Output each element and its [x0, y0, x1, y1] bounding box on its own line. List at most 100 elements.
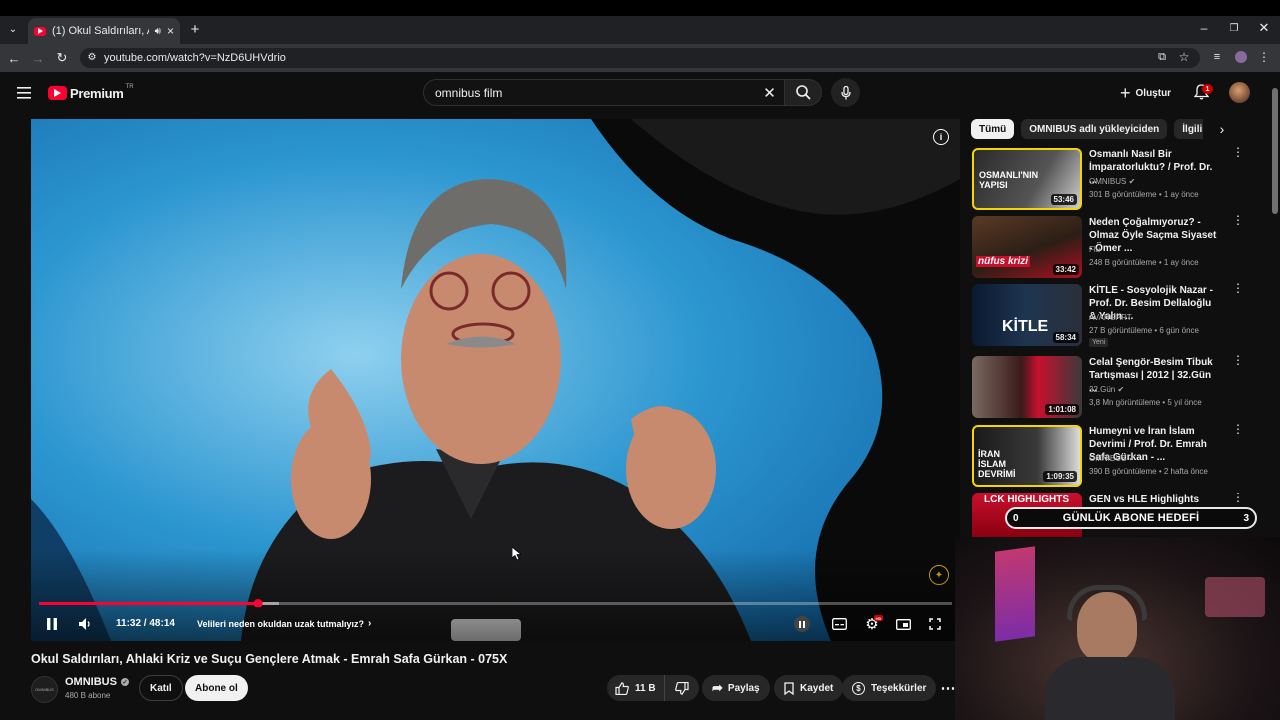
chip-label: Tümü: [979, 123, 1007, 135]
account-avatar[interactable]: [1229, 82, 1250, 103]
time-display: 11:32 / 48:14: [116, 618, 175, 629]
subscriber-goal-bar: 0 GÜNLÜK ABONE HEDEFİ 3: [1005, 507, 1257, 529]
recommendation-item[interactable]: OSMANLI'NIN YAPISI 53:46 Osmanlı Nasıl B…: [970, 146, 1270, 212]
subscribe-label: Abone ol: [195, 682, 238, 694]
channel-text: OMNIBUS: [1089, 177, 1127, 186]
channel-text: 32.Gün: [1089, 385, 1116, 394]
channel-name-link[interactable]: OMNIBUS ✓: [65, 676, 129, 688]
tab-close-icon[interactable]: ×: [167, 24, 174, 38]
youtube-premium-logo[interactable]: Premium TR: [48, 84, 134, 102]
chips-next-chevron-icon[interactable]: ›: [1214, 121, 1230, 137]
page-scrollbar[interactable]: [1272, 88, 1278, 214]
duration-badge: 58:34: [1052, 332, 1079, 343]
share-button[interactable]: ➦ Paylaş: [702, 675, 770, 701]
create-button[interactable]: + Oluştur: [1120, 83, 1171, 103]
forward-icon[interactable]: →: [30, 50, 46, 66]
fullscreen-button[interactable]: [927, 616, 943, 632]
dislike-button[interactable]: [665, 675, 699, 701]
window-close-icon[interactable]: ✕: [1256, 20, 1272, 36]
theater-mode-button[interactable]: [895, 617, 911, 631]
recommendation-title: Neden Çoğalmıyoruz? - Olmaz Öyle Saçma S…: [1089, 217, 1217, 254]
back-icon[interactable]: ←: [6, 50, 22, 66]
profile-avatar[interactable]: [1235, 51, 1247, 63]
save-button[interactable]: Kaydet: [774, 675, 844, 701]
chapter-button[interactable]: Velileri neden okuldan uzak tutmalıyız? …: [197, 618, 371, 629]
video-thumbnail: 1:01:08: [972, 356, 1082, 418]
background-light: [1205, 577, 1265, 617]
like-dislike-group: 11 B: [607, 675, 699, 701]
search-input[interactable]: omnibus film: [423, 79, 785, 106]
more-options-icon[interactable]: ⋮: [1232, 423, 1244, 435]
more-options-icon[interactable]: ⋮: [1232, 282, 1244, 294]
chip-all[interactable]: Tümü: [971, 119, 1015, 139]
like-button[interactable]: 11 B: [607, 675, 665, 701]
filter-chip-bar: Tümü OMNIBUS adlı yükleyiciden İlgili S: [971, 119, 1203, 139]
more-options-icon[interactable]: ⋮: [1232, 354, 1244, 366]
mute-button[interactable]: [77, 615, 95, 633]
headset: [1067, 585, 1147, 621]
tab-title: (1) Okul Saldırıları, Ahlaki K: [52, 25, 149, 37]
more-options-icon[interactable]: ⋮: [1232, 214, 1244, 226]
goal-target: 3: [1243, 512, 1249, 524]
new-tab-icon[interactable]: +: [186, 20, 204, 38]
chip-from-uploader[interactable]: OMNIBUS adlı yükleyiciden: [1021, 119, 1168, 139]
super-thanks-icon: $: [852, 681, 865, 695]
search-button[interactable]: [784, 79, 822, 106]
region-code: TR: [125, 84, 134, 90]
verified-check-icon: ✔: [1117, 385, 1125, 394]
video-player[interactable]: i ✦ 11:32 / 48:14 Velileri neden okuldan…: [31, 119, 960, 641]
fullscreen-icon: [929, 618, 941, 630]
duration-badge: 53:46: [1050, 194, 1077, 205]
media-control-icon[interactable]: ≡: [1210, 50, 1224, 64]
recommendation-channel: OMNIBUS ✔: [1089, 454, 1135, 463]
info-icon[interactable]: i: [933, 129, 949, 145]
webcam-overlay: [955, 537, 1280, 720]
pause-icon: [47, 618, 57, 630]
url-text: youtube.com/watch?v=NzD6UHVdrio: [104, 52, 286, 64]
thanks-button[interactable]: $ Teşekkürler: [842, 675, 937, 701]
recommendation-channel: Flu: [1089, 245, 1101, 254]
verified-check-icon: ✔: [1128, 177, 1136, 186]
like-count: 11 B: [635, 682, 656, 694]
recommendation-item[interactable]: 1:01:08 Celal Şengör-Besim Tibuk Tartışm…: [970, 354, 1270, 420]
clear-search-icon[interactable]: ✕: [762, 85, 777, 102]
channel-avatar[interactable]: OMNIBUS: [31, 676, 58, 703]
progress-bar[interactable]: [39, 599, 952, 607]
theater-icon: [895, 618, 911, 630]
reload-icon[interactable]: ↻: [54, 50, 70, 66]
chevron-right-icon: ›: [368, 618, 372, 629]
mouse-cursor-icon: [512, 547, 522, 561]
speaker-icon[interactable]: 🔊︎: [155, 26, 161, 37]
subtitles-button[interactable]: [831, 617, 847, 631]
join-label: Katıl: [150, 682, 172, 694]
autoplay-toggle[interactable]: [794, 616, 810, 632]
pause-button[interactable]: [43, 615, 61, 633]
join-button[interactable]: Katıl: [139, 675, 183, 701]
site-info-icon[interactable]: ⚙: [86, 51, 98, 63]
voice-search-button[interactable]: [831, 78, 860, 107]
bookmark-star-icon[interactable]: ☆: [1177, 50, 1191, 64]
more-options-icon[interactable]: ⋮: [1232, 146, 1244, 158]
search-icon: [795, 85, 811, 100]
address-bar[interactable]: youtube.com/watch?v=NzD6UHVdrio: [80, 48, 1200, 68]
browser-tab[interactable]: (1) Okul Saldırıları, Ahlaki K 🔊︎ ×: [28, 18, 180, 44]
recommendation-item[interactable]: İRAN İSLAM DEVRİMİ 1:09:35 Humeyni ve İr…: [970, 423, 1270, 489]
goal-label: GÜNLÜK ABONE HEDEFİ: [1062, 512, 1200, 524]
thanks-label: Teşekkürler: [871, 682, 927, 694]
youtube-favicon-icon: [34, 26, 46, 36]
recommendation-item[interactable]: KİTLE 58:34 KİTLE - Sosyolojik Nazar - P…: [970, 282, 1270, 348]
minimize-icon[interactable]: –: [1196, 20, 1212, 36]
channel-name: OMNIBUS: [65, 676, 117, 688]
recommendation-item[interactable]: nüfus krizi 33:42 Neden Çoğalmıyoruz? - …: [970, 214, 1270, 280]
duration-badge: 1:01:08: [1045, 404, 1079, 415]
chip-related[interactable]: İlgili: [1174, 119, 1203, 139]
subscribe-button[interactable]: Abone ol: [185, 675, 248, 701]
browser-menu-icon[interactable]: ⋮: [1258, 50, 1270, 64]
hamburger-menu-icon[interactable]: [15, 84, 33, 102]
tab-search-chevron-icon[interactable]: ⌄: [4, 20, 22, 38]
install-app-icon[interactable]: ⧉: [1155, 50, 1169, 64]
recommendation-channel: OMNIBUS ✔: [1089, 177, 1135, 186]
restore-icon[interactable]: ❐: [1226, 20, 1242, 36]
thumbnail-text: KİTLE: [1002, 318, 1049, 335]
more-options-icon[interactable]: ⋮: [1232, 493, 1244, 503]
